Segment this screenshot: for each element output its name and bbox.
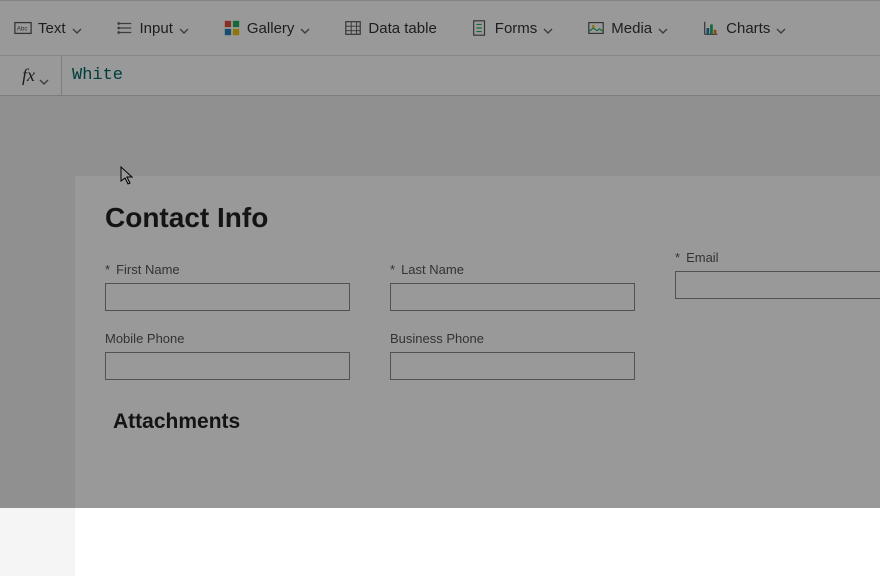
- required-asterisk: *: [105, 262, 110, 277]
- media-icon: [587, 19, 605, 37]
- toolbar-gallery-label: Gallery: [247, 20, 295, 37]
- formula-input[interactable]: [62, 56, 880, 95]
- svg-text:Abc: Abc: [17, 26, 28, 33]
- toolbar-datatable[interactable]: Data table: [336, 13, 444, 43]
- chevron-down-icon: [179, 23, 189, 33]
- chevron-down-icon: [300, 23, 310, 33]
- toolbar-gallery[interactable]: Gallery: [215, 13, 319, 43]
- field-email: * Email: [675, 250, 880, 311]
- field-mobile-phone: Mobile Phone: [105, 331, 350, 380]
- toolbar-text[interactable]: Abc Text: [6, 13, 90, 43]
- chevron-down-icon: [72, 23, 82, 33]
- form-title: Contact Info: [105, 202, 880, 234]
- fx-dropdown[interactable]: fx: [0, 56, 62, 95]
- email-input[interactable]: [675, 271, 880, 299]
- field-last-name: * Last Name: [390, 262, 635, 311]
- mobile-phone-input[interactable]: [105, 352, 350, 380]
- last-name-label: Last Name: [401, 262, 464, 277]
- charts-icon: [702, 19, 720, 37]
- business-phone-input[interactable]: [390, 352, 635, 380]
- toolbar-forms[interactable]: Forms: [463, 13, 562, 43]
- chevron-down-icon: [658, 23, 668, 33]
- mobile-phone-label: Mobile Phone: [105, 331, 185, 346]
- required-asterisk: *: [675, 250, 680, 265]
- gallery-icon: [223, 19, 241, 37]
- toolbar-forms-label: Forms: [495, 20, 538, 37]
- attachments-heading: Attachments: [113, 410, 880, 434]
- toolbar-input[interactable]: Input: [108, 13, 197, 43]
- toolbar-charts-label: Charts: [726, 20, 770, 37]
- text-icon: Abc: [14, 19, 32, 37]
- input-icon: [116, 19, 134, 37]
- formula-bar: fx: [0, 56, 880, 96]
- chevron-down-icon: [543, 23, 553, 33]
- toolbar-input-label: Input: [140, 20, 173, 37]
- toolbar-datatable-label: Data table: [368, 20, 436, 37]
- field-first-name: * First Name: [105, 262, 350, 311]
- first-name-label: First Name: [116, 262, 180, 277]
- email-label: Email: [686, 250, 719, 265]
- last-name-input[interactable]: [390, 283, 635, 311]
- datatable-icon: [344, 19, 362, 37]
- toolbar-charts[interactable]: Charts: [694, 13, 794, 43]
- required-asterisk: *: [390, 262, 395, 277]
- insert-toolbar: Abc Text Input Gallery Data table: [0, 0, 880, 56]
- form-screen[interactable]: Contact Info * First Name * Last Name *: [75, 176, 880, 576]
- business-phone-label: Business Phone: [390, 331, 484, 346]
- forms-icon: [471, 19, 489, 37]
- form-row-2: Mobile Phone Business Phone: [105, 331, 880, 380]
- design-canvas[interactable]: Contact Info * First Name * Last Name *: [0, 96, 880, 508]
- toolbar-media-label: Media: [611, 20, 652, 37]
- field-business-phone: Business Phone: [390, 331, 635, 380]
- chevron-down-icon: [39, 71, 49, 81]
- form-row-1: * First Name * Last Name * Email: [105, 262, 880, 311]
- toolbar-text-label: Text: [38, 20, 66, 37]
- chevron-down-icon: [776, 23, 786, 33]
- fx-label: fx: [22, 65, 35, 86]
- toolbar-media[interactable]: Media: [579, 13, 676, 43]
- first-name-input[interactable]: [105, 283, 350, 311]
